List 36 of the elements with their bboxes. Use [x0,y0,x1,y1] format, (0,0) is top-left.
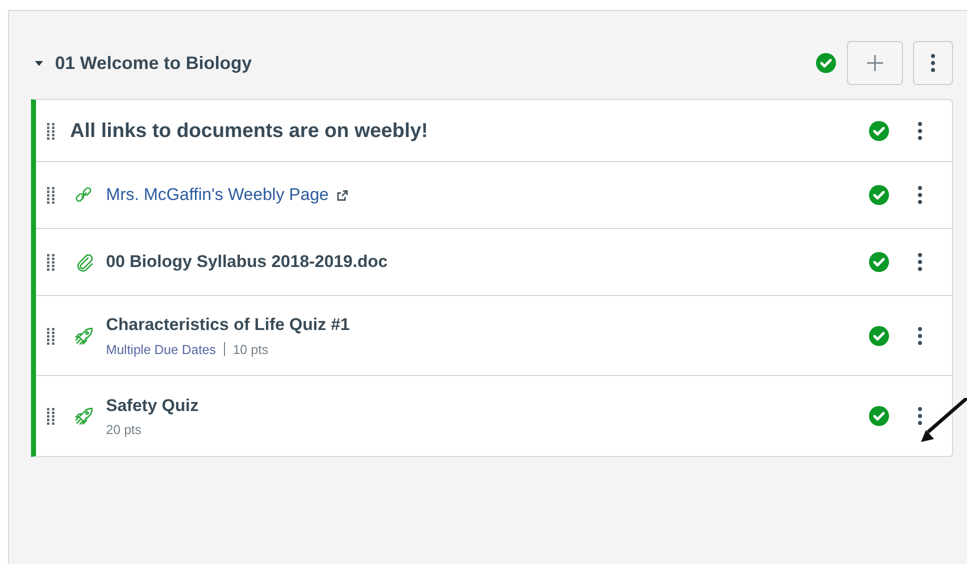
module-options-button[interactable] [913,41,953,85]
more-options-button[interactable] [916,405,924,427]
more-options-button[interactable] [916,184,924,206]
published-check-icon[interactable] [868,405,890,427]
drag-handle-icon[interactable] [46,407,56,425]
points-label: 20 pts [106,421,142,439]
module-item-row[interactable]: Characteristics of Life Quiz #1 Multiple Due Dates 10 pts [36,296,952,376]
module-item-row[interactable]: All links to documents are on weebly! [36,100,952,162]
module-item-row[interactable]: Mrs. McGaffin's Weebly Page [36,162,952,229]
rocket-icon [74,406,94,426]
drag-handle-icon[interactable] [46,122,56,140]
module-item-row[interactable]: 00 Biology Syllabus 2018-2019.doc [36,229,952,296]
module-title: 01 Welcome to Biology [55,52,252,75]
external-link[interactable]: Mrs. McGaffin's Weebly Page [106,182,329,208]
item-title[interactable]: 00 Biology Syllabus 2018-2019.doc [106,249,388,275]
published-check-icon[interactable] [868,184,890,206]
module-item-row[interactable]: Safety Quiz 20 pts [36,376,952,456]
plus-icon [866,54,884,72]
subheader-text: All links to documents are on weebly! [70,118,428,144]
published-check-icon[interactable] [868,324,890,346]
drag-handle-icon[interactable] [46,326,56,344]
item-title[interactable]: Safety Quiz [106,392,199,418]
caret-down-icon [35,59,43,67]
more-options-button[interactable] [916,120,924,142]
drag-handle-icon[interactable] [46,253,56,271]
rocket-icon [74,326,94,346]
more-options-button[interactable] [916,324,924,346]
published-check-icon[interactable] [868,251,890,273]
points-label: 10 pts [232,340,268,359]
due-dates-link[interactable]: Multiple Due Dates [106,340,216,359]
published-check-icon[interactable] [815,52,837,74]
external-link-icon [336,190,348,200]
published-check-icon[interactable] [868,120,890,142]
item-title[interactable]: Characteristics of Life Quiz #1 [106,312,350,338]
more-options-button[interactable] [916,251,924,273]
drag-handle-icon[interactable] [46,186,56,204]
